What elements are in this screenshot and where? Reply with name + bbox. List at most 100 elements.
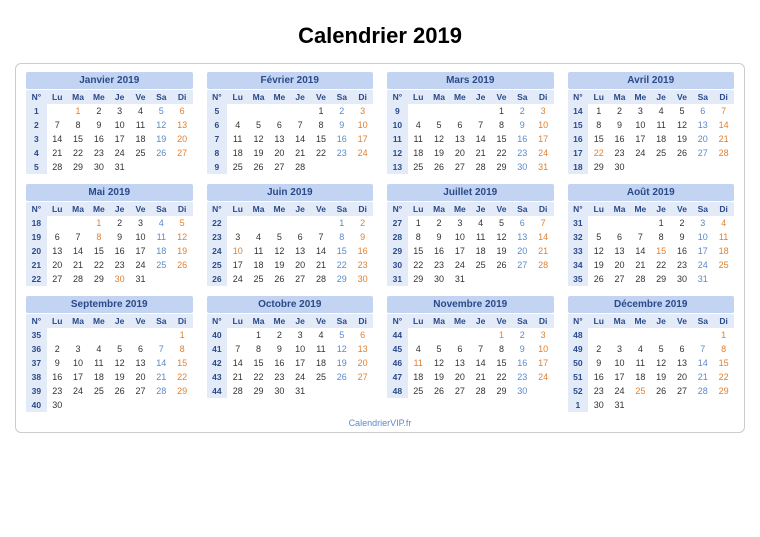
day-cell: 15 (491, 356, 512, 370)
day-cell: 8 (588, 118, 609, 132)
day-cell: 16 (588, 370, 609, 384)
day-cell: 22 (491, 146, 512, 160)
day-header: Je (470, 314, 491, 328)
month-title: Avril 2019 (568, 72, 735, 89)
day-cell (651, 160, 672, 174)
day-cell: 16 (352, 244, 373, 258)
day-cell: 19 (651, 370, 672, 384)
day-cell: 20 (290, 258, 311, 272)
day-cell: 1 (491, 328, 512, 342)
month-block: Février 2019N°LuMaMeJeVeSaDi512364567891… (207, 72, 374, 174)
day-cell: 23 (429, 258, 450, 272)
day-cell: 25 (408, 160, 429, 174)
day-cell (109, 398, 130, 412)
day-cell: 24 (630, 146, 651, 160)
day-cell: 30 (429, 272, 450, 286)
day-cell: 31 (290, 384, 311, 398)
day-header: Ma (609, 314, 630, 328)
day-header: Sa (512, 90, 533, 104)
day-cell: 14 (290, 132, 311, 146)
day-cell: 17 (630, 132, 651, 146)
day-cell: 25 (470, 258, 491, 272)
day-cell: 18 (248, 258, 269, 272)
day-cell: 3 (533, 104, 554, 118)
day-cell: 11 (130, 118, 151, 132)
day-cell: 21 (470, 370, 491, 384)
day-cell (151, 160, 172, 174)
day-cell: 6 (692, 104, 713, 118)
day-cell: 28 (630, 272, 651, 286)
day-cell: 4 (630, 342, 651, 356)
day-cell: 28 (290, 160, 311, 174)
day-header: Sa (512, 314, 533, 328)
day-header: Lu (588, 202, 609, 216)
day-cell: 4 (713, 216, 734, 230)
month-title: Octobre 2019 (207, 296, 374, 313)
day-cell: 23 (672, 258, 693, 272)
page-title: Calendrier 2019 (15, 23, 745, 49)
day-cell (512, 272, 533, 286)
day-cell: 21 (290, 146, 311, 160)
day-header: Me (449, 314, 470, 328)
day-cell: 24 (533, 146, 554, 160)
day-cell: 14 (630, 244, 651, 258)
week-number: 27 (387, 216, 408, 230)
day-cell: 2 (269, 328, 290, 342)
week-number: 35 (26, 328, 47, 342)
day-cell: 28 (470, 384, 491, 398)
day-cell: 11 (248, 244, 269, 258)
day-header: Me (630, 202, 651, 216)
week-number: 2 (26, 118, 47, 132)
day-cell (352, 160, 373, 174)
day-cell: 11 (151, 230, 172, 244)
day-cell: 20 (269, 146, 290, 160)
day-cell: 19 (491, 244, 512, 258)
day-cell: 20 (449, 146, 470, 160)
day-cell: 5 (269, 230, 290, 244)
footer-link[interactable]: CalendrierVIP.fr (26, 418, 734, 428)
month-table: N°LuMaMeJeVeSaDi181234519678910111220131… (26, 202, 193, 286)
week-number: 35 (568, 272, 589, 286)
day-cell: 1 (588, 104, 609, 118)
month-table: N°LuMaMeJeVeSaDi912310456789101111121314… (387, 90, 554, 174)
week-number: 39 (26, 384, 47, 398)
day-header: Di (713, 90, 734, 104)
day-header: Sa (512, 202, 533, 216)
day-cell: 23 (352, 258, 373, 272)
month-table: N°LuMaMeJeVeSaDi141234567158910111213141… (568, 90, 735, 174)
week-number: 3 (26, 132, 47, 146)
day-cell (429, 104, 450, 118)
day-cell: 25 (651, 146, 672, 160)
day-cell: 23 (269, 370, 290, 384)
month-title: Septembre 2019 (26, 296, 193, 313)
day-cell (311, 384, 332, 398)
day-header: Me (269, 314, 290, 328)
day-cell: 10 (352, 118, 373, 132)
day-cell: 28 (151, 384, 172, 398)
day-cell: 30 (609, 160, 630, 174)
day-cell: 15 (331, 244, 352, 258)
day-cell: 26 (491, 258, 512, 272)
day-header: Di (713, 314, 734, 328)
day-cell: 28 (692, 384, 713, 398)
week-number: 28 (387, 230, 408, 244)
week-number: 18 (26, 216, 47, 230)
day-cell: 27 (449, 384, 470, 398)
day-cell: 13 (172, 118, 193, 132)
day-cell: 22 (408, 258, 429, 272)
day-cell: 25 (130, 146, 151, 160)
day-cell: 3 (609, 342, 630, 356)
day-cell: 17 (449, 244, 470, 258)
day-cell: 7 (470, 118, 491, 132)
day-cell: 10 (290, 342, 311, 356)
day-cell: 2 (331, 104, 352, 118)
month-title: Juillet 2019 (387, 184, 554, 201)
day-cell: 6 (352, 328, 373, 342)
day-cell: 7 (713, 104, 734, 118)
day-cell: 26 (151, 146, 172, 160)
day-cell: 28 (533, 258, 554, 272)
day-cell (533, 384, 554, 398)
day-cell: 25 (227, 160, 248, 174)
week-number: 16 (568, 132, 589, 146)
week-number: 22 (26, 272, 47, 286)
